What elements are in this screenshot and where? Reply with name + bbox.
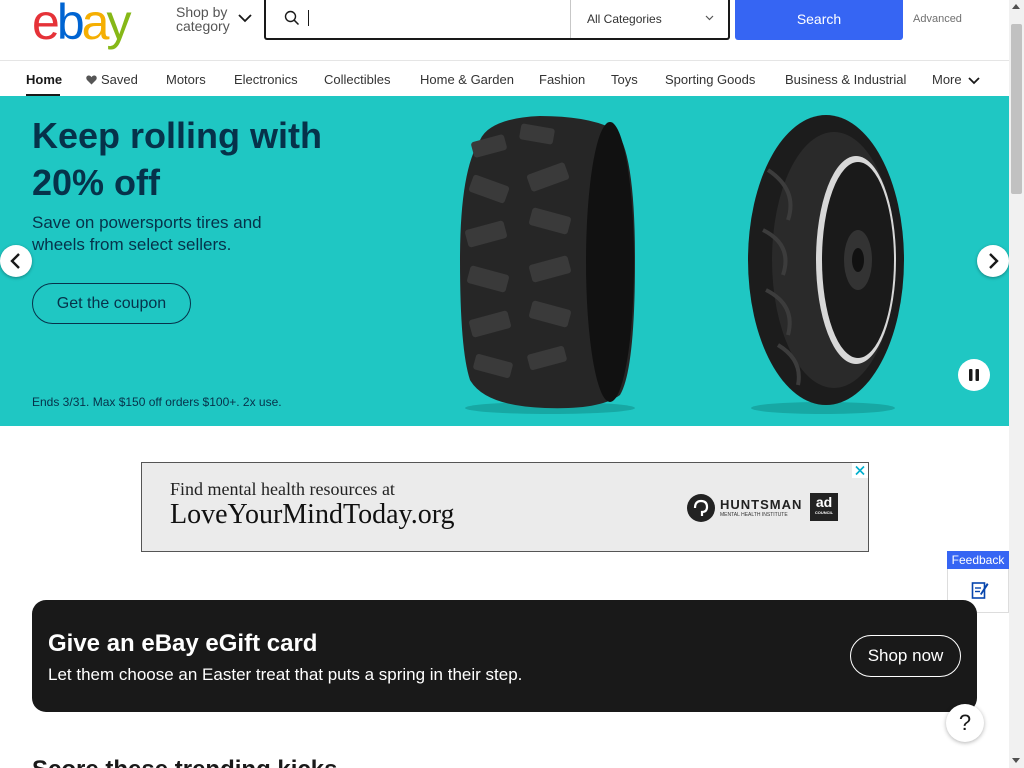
category-select-value: All Categories: [587, 12, 662, 26]
carousel-next-button[interactable]: [977, 245, 1009, 277]
search-icon: [284, 10, 300, 26]
pause-icon: [969, 369, 979, 381]
scrollbar-thumb[interactable]: [1011, 24, 1022, 194]
category-nav: Home Saved Motors Electronics Collectibl…: [0, 60, 1009, 96]
nav-item-business-industrial[interactable]: Business & Industrial: [785, 72, 906, 87]
hero-banner: Keep rolling with 20% off Save on powers…: [0, 96, 1009, 426]
huntsman-brain-icon: [687, 494, 715, 522]
nav-item-more-label: More: [932, 72, 962, 87]
logo-letter-a: a: [81, 0, 110, 50]
text-cursor: [308, 10, 309, 26]
ebay-logo[interactable]: ebay: [32, 0, 131, 50]
nav-item-sporting-goods[interactable]: Sporting Goods: [665, 72, 755, 87]
logo-letter-b: b: [56, 0, 85, 50]
atv-tire-image: [460, 116, 635, 414]
logo-letter-y: y: [106, 0, 131, 50]
hero-title: Keep rolling with 20% off: [32, 115, 323, 203]
page-scrollbar[interactable]: [1009, 0, 1024, 768]
hero-fine-print: Ends 3/31. Max $150 off orders $100+. 2x…: [32, 395, 282, 409]
nav-item-home[interactable]: Home: [26, 72, 62, 87]
trending-kicks-heading: Score these trending kicks: [32, 756, 337, 768]
header: ebay Shop by category All Categories Sea…: [0, 0, 1009, 60]
ad-council-bottom: COUNCIL: [814, 510, 834, 515]
ad-close-button[interactable]: [852, 463, 868, 478]
ad-council-top: ad: [815, 494, 833, 510]
search-button[interactable]: Search: [735, 0, 903, 40]
ebay-home-page: ebay Shop by category All Categories Sea…: [0, 0, 1024, 768]
heart-icon: [86, 75, 97, 85]
huntsman-name: HUNTSMAN: [720, 497, 803, 512]
chevron-left-icon: [10, 253, 20, 269]
category-select[interactable]: All Categories: [570, 0, 730, 38]
ad-council-logo: ad COUNCIL: [810, 493, 838, 521]
nav-item-collectibles[interactable]: Collectibles: [324, 72, 390, 87]
egift-title: Give an eBay eGift card: [48, 630, 318, 657]
carousel-pause-button[interactable]: [958, 359, 990, 391]
advanced-search-link[interactable]: Advanced: [913, 13, 962, 25]
ad-banner[interactable]: Find mental health resources at LoveYour…: [141, 462, 869, 552]
search-bar: All Categories: [264, 0, 730, 40]
chevron-down-icon: [968, 77, 980, 85]
nav-item-electronics[interactable]: Electronics: [234, 72, 298, 87]
egift-card-banner: Give an eBay eGift card Let them choose …: [32, 600, 977, 712]
logo-letter-e: e: [32, 0, 60, 50]
hero-subtitle: Save on powersports tires and wheels fro…: [32, 213, 262, 254]
carousel-prev-button[interactable]: [0, 245, 32, 277]
chevron-down-icon: [238, 14, 252, 23]
ad-headline: Find mental health resources at: [170, 479, 395, 499]
scroll-up-arrow-icon[interactable]: [1012, 4, 1020, 9]
get-coupon-button[interactable]: Get the coupon: [32, 283, 191, 324]
shop-by-category-button[interactable]: Shop by category: [176, 5, 256, 33]
nav-item-more[interactable]: More: [932, 72, 980, 87]
nav-item-fashion[interactable]: Fashion: [539, 72, 585, 87]
huntsman-subtitle: MENTAL HEALTH INSTITUTE: [720, 512, 788, 518]
feedback-label: Feedback: [947, 551, 1009, 569]
chevron-down-icon: [705, 15, 714, 21]
scroll-down-arrow-icon[interactable]: [1012, 758, 1020, 763]
motorcycle-tire-image: [748, 115, 904, 414]
feedback-edit-icon: [971, 582, 989, 599]
egift-subtitle: Let them choose an Easter treat that put…: [48, 665, 523, 684]
shop-now-button[interactable]: Shop now: [850, 635, 961, 677]
ad-url: LoveYourMindToday.org: [170, 499, 455, 530]
chevron-right-icon: [989, 253, 999, 269]
close-icon: [855, 465, 865, 476]
nav-item-saved-label: Saved: [101, 72, 138, 87]
nav-item-saved[interactable]: Saved: [86, 72, 138, 87]
nav-item-motors[interactable]: Motors: [166, 72, 206, 87]
nav-item-toys[interactable]: Toys: [611, 72, 638, 87]
search-input[interactable]: [314, 4, 564, 34]
huntsman-logo: HUNTSMAN MENTAL HEALTH INSTITUTE: [686, 493, 801, 528]
help-button[interactable]: ?: [946, 704, 984, 742]
nav-item-home-garden[interactable]: Home & Garden: [420, 72, 514, 87]
